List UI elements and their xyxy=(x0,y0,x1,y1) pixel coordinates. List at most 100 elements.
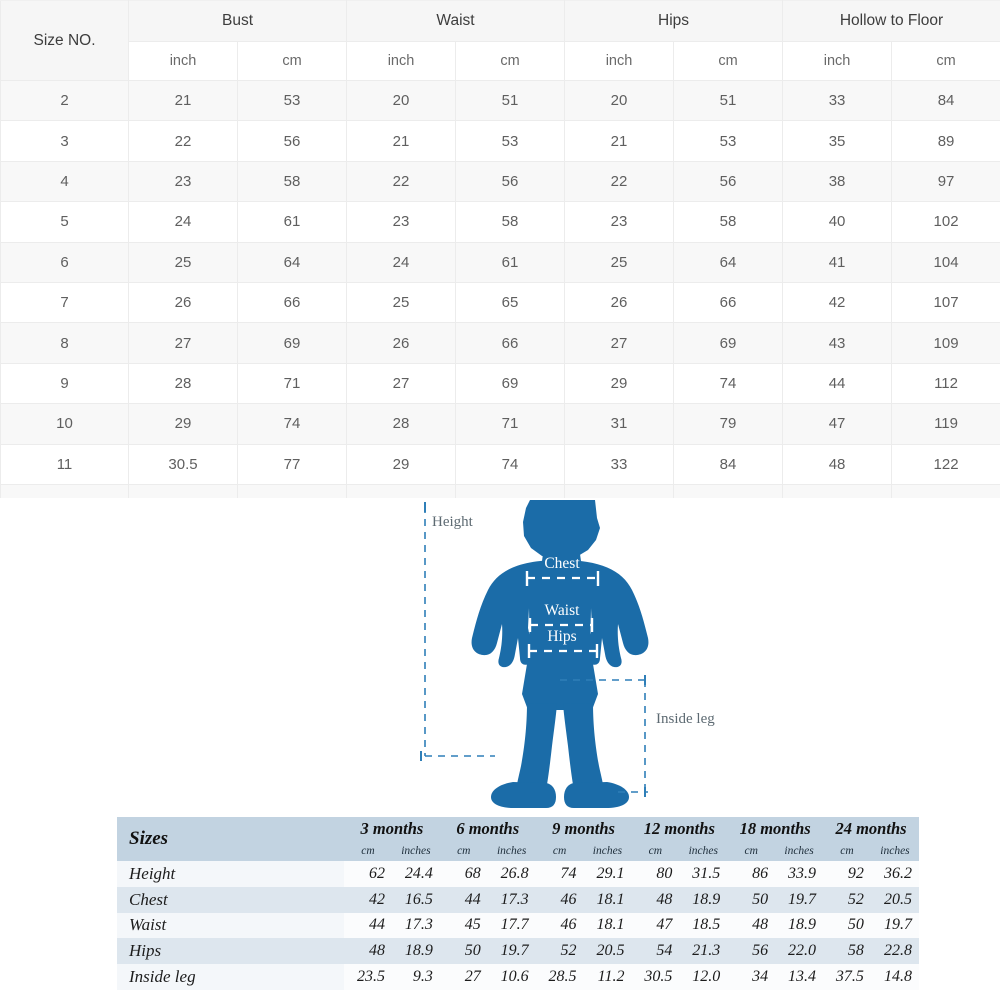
measurement-cell: 47 xyxy=(782,403,893,445)
measurement-cell: 26 xyxy=(564,281,675,324)
baby-measurement-cell: 46 xyxy=(535,912,584,939)
measurement-cell: 42 xyxy=(782,281,893,324)
baby-table-row: Inside leg 23.5 9.3 27 10.6 28.5 11.2 30.5 12.0 3… xyxy=(117,964,919,990)
measurement-cell: 97 xyxy=(891,160,1000,203)
baby-measurement-cell: 23.5 xyxy=(344,964,392,990)
size-no-cell: 4 xyxy=(0,160,129,203)
measurement-cell: 26 xyxy=(128,281,238,324)
baby-header-6-months: 6 months xyxy=(439,817,536,841)
measurement-cell: 43 xyxy=(782,322,893,364)
baby-measurement-cell: 14.8 xyxy=(870,964,919,990)
baby-row-label: Height xyxy=(117,861,345,887)
baby-measurement-cell: 80 xyxy=(631,861,680,887)
measurement-cell: 33 xyxy=(564,443,675,485)
measurement-cell: 69 xyxy=(455,362,566,405)
baby-measurement-cell: 52 xyxy=(535,938,584,965)
measurement-cell: 53 xyxy=(236,79,348,122)
size-table-row: 8 27 69 26 66 27 69 43 109 xyxy=(0,322,1000,364)
baby-measurement-cell: 16.5 xyxy=(391,886,440,913)
size-table-row: 6 25 64 24 61 25 64 41 104 xyxy=(0,241,1000,283)
baby-measurement-cell: 18.5 xyxy=(679,912,728,939)
measurement-cell: 22 xyxy=(564,160,675,203)
baby-measurement-cell: 18.1 xyxy=(583,886,632,913)
measurement-cell: 33 xyxy=(782,79,893,122)
size-table-head: Size NO. Bust Waist Hips Hollow to Floor… xyxy=(0,0,1000,81)
baby-measurement-cell: 17.3 xyxy=(487,886,536,913)
measurement-cell: 35 xyxy=(782,120,893,162)
measurement-cell: 22 xyxy=(346,160,457,203)
baby-measurement-cell: 19.7 xyxy=(775,886,824,913)
baby-measurement-cell: 11.2 xyxy=(583,964,632,990)
baby-measurement-cell: 47 xyxy=(631,912,680,939)
baby-measurement-cell: 50 xyxy=(439,938,488,965)
measurement-cell: 58 xyxy=(455,201,566,243)
measurement-cell: 44 xyxy=(782,362,893,405)
baby-measurement-cell: 29.1 xyxy=(583,861,632,887)
baby-measurement-cell: 46 xyxy=(535,886,584,913)
baby-measurement-cell: 74 xyxy=(535,861,584,887)
measurement-cell: 58 xyxy=(673,201,784,243)
baby-measurement-cell: 44 xyxy=(439,886,488,913)
measurement-cell: 89 xyxy=(891,120,1000,162)
baby-measurement-cell: 18.9 xyxy=(679,886,728,913)
baby-measurement-cell: 52 xyxy=(823,886,871,913)
measurement-cell: 102 xyxy=(891,201,1000,243)
baby-measurement-cell: 21.3 xyxy=(679,938,728,965)
unit-hollow-cm: cm xyxy=(891,41,1000,81)
baby-measurement-cell: 28.5 xyxy=(535,964,584,990)
measurement-diagram-svg: Height Chest Waist Hips Inside leg xyxy=(420,500,715,808)
label-height: Height xyxy=(432,514,474,530)
measurement-cell: 23 xyxy=(346,201,457,243)
baby-row-label: Hips xyxy=(117,938,345,965)
baby-measurement-cell: 42 xyxy=(344,886,392,913)
measurement-cell: 21 xyxy=(346,120,457,162)
unit-waist-cm: cm xyxy=(455,41,566,81)
baby-size-chart-table: Sizes 3 months 6 months 9 months 12 mont… xyxy=(117,817,919,990)
baby-header-24-months: 24 months xyxy=(823,817,919,841)
baby-unit-header: inches xyxy=(487,841,536,861)
header-hips: Hips xyxy=(564,0,784,42)
measurement-cell: 112 xyxy=(891,362,1000,405)
measurement-cell: 56 xyxy=(673,160,784,203)
adult-size-chart-table-container: Size NO. Bust Waist Hips Hollow to Floor… xyxy=(0,0,1000,500)
unit-waist-inch: inch xyxy=(346,41,457,81)
baby-header-3-months: 3 months xyxy=(344,817,440,841)
measurement-cell: 27 xyxy=(346,362,457,405)
baby-size-chart-table-container: Sizes 3 months 6 months 9 months 12 mont… xyxy=(117,817,919,990)
size-no-cell: 11 xyxy=(0,443,129,485)
size-table-body: 2 21 53 20 51 20 51 33 84 3 22 56 21 53 21 53 35 89 4 23 58 2… xyxy=(0,79,1000,500)
baby-unit-header: inches xyxy=(870,841,919,861)
measurement-cell: 84 xyxy=(891,79,1000,122)
baby-unit-header: cm xyxy=(631,841,680,861)
size-table-row: 7 26 66 25 65 26 66 42 107 xyxy=(0,281,1000,324)
baby-header-12-months: 12 months xyxy=(631,817,728,841)
measurement-cell: 38 xyxy=(782,160,893,203)
measurement-cell: 66 xyxy=(673,281,784,324)
size-no-cell: 2 xyxy=(0,79,129,122)
size-no-cell: 6 xyxy=(0,241,129,283)
label-chest: Chest xyxy=(544,555,580,572)
baby-measurement-cell: 18.1 xyxy=(583,912,632,939)
measurement-cell: 66 xyxy=(236,281,348,324)
header-waist: Waist xyxy=(346,0,566,42)
baby-row-label: Inside leg xyxy=(117,964,345,990)
baby-measurement-cell: 17.3 xyxy=(391,912,440,939)
baby-unit-header: cm xyxy=(823,841,871,861)
unit-hollow-inch: inch xyxy=(782,41,893,81)
measurement-cell: 107 xyxy=(891,281,1000,324)
measurement-cell: 77 xyxy=(236,443,348,485)
measurement-cell: 64 xyxy=(673,241,784,283)
baby-measurement-cell: 86 xyxy=(727,861,776,887)
measurement-cell: 23 xyxy=(564,201,675,243)
measurement-cell: 69 xyxy=(236,322,348,364)
baby-row-label: Chest xyxy=(117,886,345,913)
measurement-cell: 41 xyxy=(782,241,893,283)
baby-unit-header: cm xyxy=(439,841,488,861)
baby-table-row: Chest 42 16.5 44 17.3 46 18.1 48 18.9 50 19.7 52 20.… xyxy=(117,886,919,913)
measurement-cell: 28 xyxy=(346,403,457,445)
measurement-cell: 74 xyxy=(455,443,566,485)
measurement-cell: 64 xyxy=(236,241,348,283)
measurement-cell: 27 xyxy=(564,322,675,364)
baby-measurement-cell: 48 xyxy=(631,886,680,913)
header-hollow-to-floor: Hollow to Floor xyxy=(782,0,1000,42)
